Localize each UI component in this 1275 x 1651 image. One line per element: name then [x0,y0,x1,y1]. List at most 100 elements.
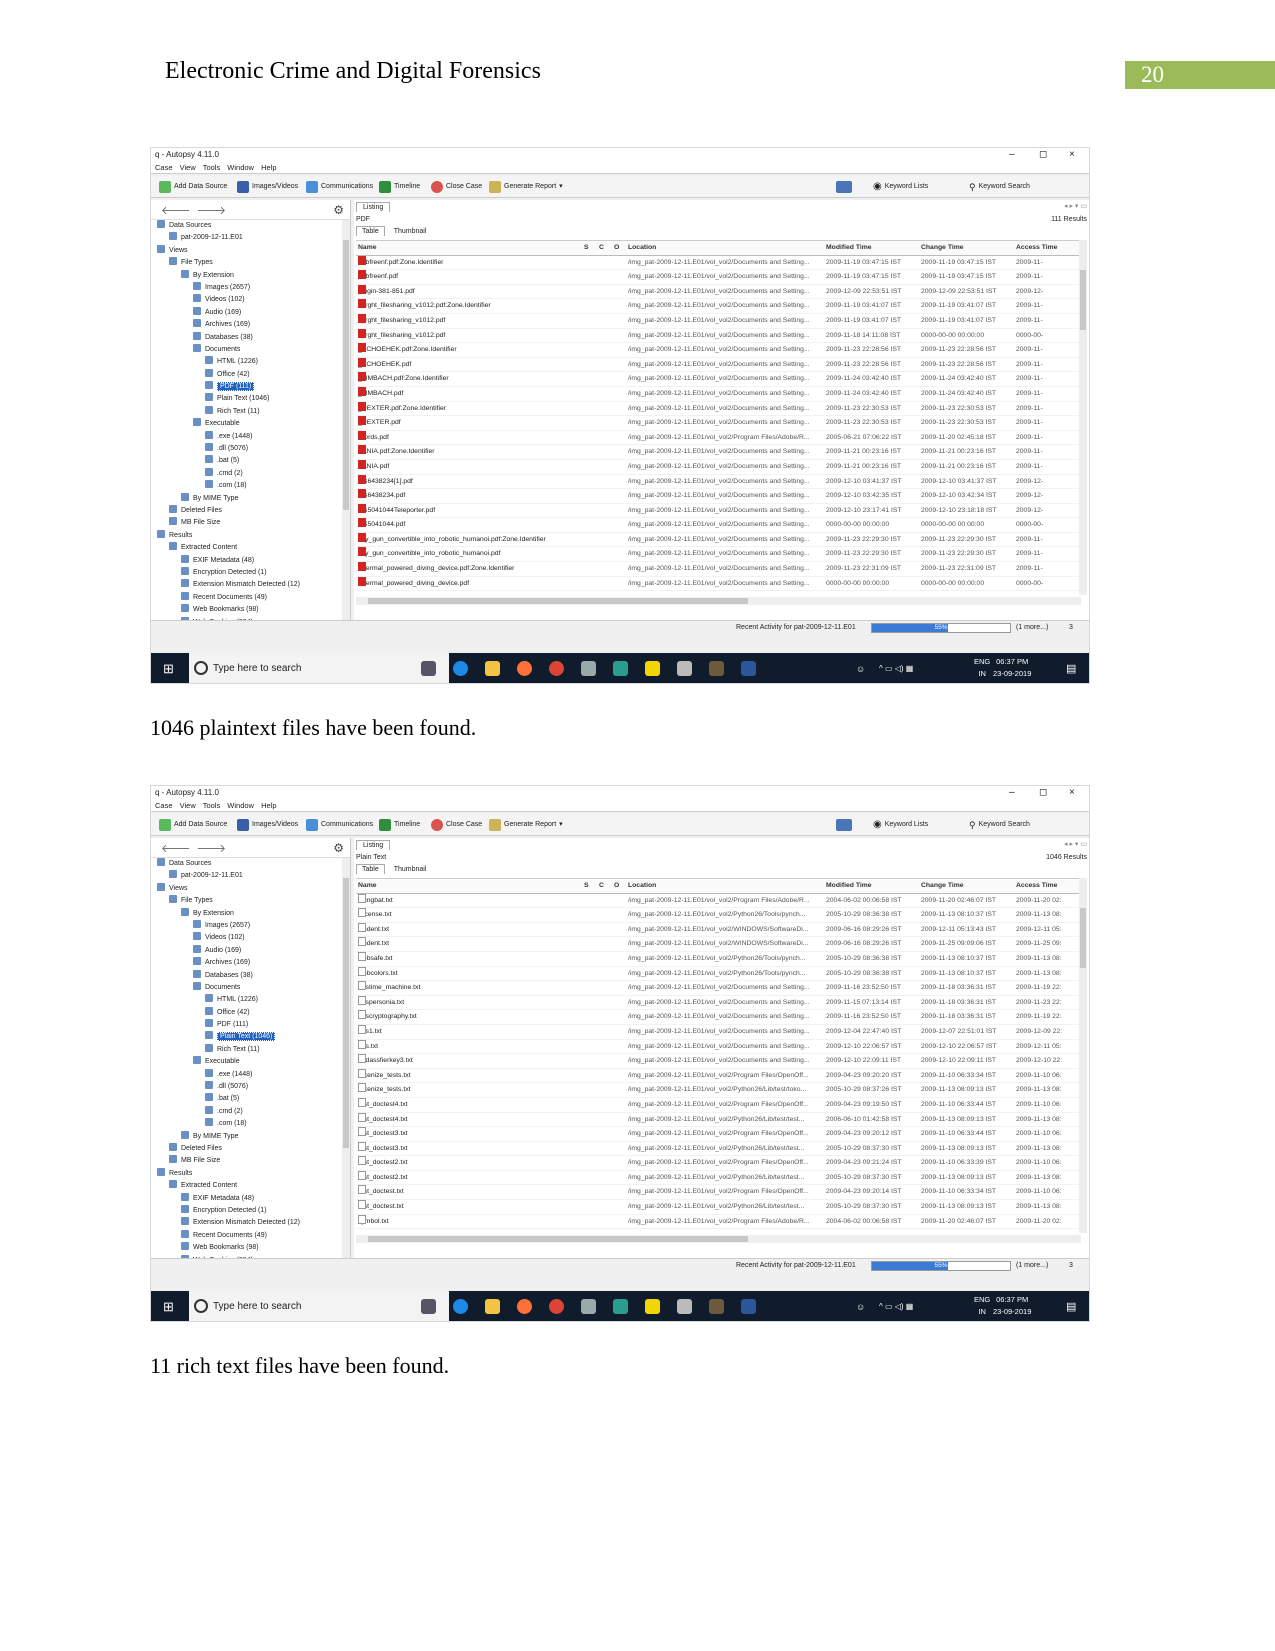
back-arrow-icon[interactable]: 🡐 [161,203,191,217]
gear-icon[interactable]: ⚙ [333,841,344,855]
menu-help[interactable]: Help [261,163,276,172]
chrome-icon[interactable] [549,661,564,676]
table-row[interactable]: symbol.txt/img_pat-2009-12-11.E01/vol_vo… [356,1214,1081,1230]
tree-node[interactable]: Extension Mismatch Detected (12) [151,579,350,591]
tree-node[interactable]: MB File Size [151,1155,350,1167]
edge-icon[interactable] [453,661,468,676]
tree-node[interactable]: Audio (169) [151,944,350,957]
keyword-search-button[interactable]: ⚲ Keyword Search [969,814,1030,836]
tree-node[interactable]: Documents [151,343,350,356]
add-data-source-button[interactable]: Add Data Source [159,176,227,198]
table-row[interactable]: test_doctest.txt/img_pat-2009-12-11.E01/… [356,1185,1081,1201]
tree-node[interactable]: File Types [151,257,350,269]
table-row[interactable]: urls1.txt/img_pat-2009-12-11.E01/vol_vol… [356,1024,1081,1040]
column-header-c[interactable]: C [599,241,609,256]
tree-node[interactable]: Documents [151,981,350,994]
language-indicator[interactable]: ENG IN [974,656,990,680]
word-icon[interactable] [741,661,756,676]
timeline-button[interactable]: Timeline [379,176,420,198]
minimize-button[interactable]: – [1009,148,1015,162]
person-icon[interactable]: ☺ [856,653,865,683]
table-row[interactable]: xlicense.txt/img_pat-2009-12-11.E01/vol_… [356,908,1081,923]
file-explorer-icon[interactable] [485,661,500,676]
sticky-notes-icon[interactable] [645,661,660,676]
tab-table[interactable]: Table [356,864,385,874]
communications-button[interactable]: Communications [306,176,373,198]
table-row[interactable]: _DEXTER.pdf/img_pat-2009-12-11.E01/vol_v… [356,416,1081,431]
table-row[interactable]: urlscryptography.txt/img_pat-2009-12-11.… [356,1010,1081,1025]
webcam-icon[interactable] [613,1299,628,1314]
table-row[interactable]: tokenize_tests.txt/img_pat-2009-12-11.E0… [356,1083,1081,1098]
table-row[interactable]: wudent.txt/img_pat-2009-12-11.E01/vol_vo… [356,922,1081,938]
chrome-icon[interactable] [549,1299,564,1314]
taskbar-search-box[interactable]: Type here to search 🎙 [189,1291,449,1321]
tree-node[interactable]: Results [151,529,350,542]
edge-icon[interactable] [453,1299,468,1314]
tree-node[interactable]: .cmd (2) [151,467,350,480]
tree-node[interactable]: Executable [151,418,350,430]
table-row[interactable]: US6438234[1].pdf/img_pat-2009-12-11.E01/… [356,474,1081,490]
column-header-c[interactable]: C [599,879,609,894]
taskbar-search-box[interactable]: Type here to search 🎙 [189,653,449,683]
tree-node[interactable]: .bat (5) [151,455,350,467]
tree-node[interactable]: EXIF Metadata (48) [151,1192,350,1205]
tree-node[interactable]: Extension Mismatch Detected (12) [151,1217,350,1229]
table-row[interactable]: VANIA.pdf/img_pat-2009-12-11.E01/vol_vol… [356,459,1081,475]
table-row[interactable]: wudent.txt/img_pat-2009-12-11.E01/vol_vo… [356,937,1081,952]
column-header-modified[interactable]: Modified Time [826,241,918,256]
table-row[interactable]: _LIMBACH.pdf:Zone.Identifier/img_pat-200… [356,372,1081,387]
messages-button[interactable] [836,176,852,198]
table-row[interactable]: Toy_gun_convertible_into_robotic_humanoi… [356,532,1081,548]
column-header-s[interactable]: S [584,879,594,894]
table-row[interactable]: cprght_filesharing_v1012.pdf:Zone.Identi… [356,299,1081,314]
tree-node[interactable]: Videos (102) [151,294,350,306]
person-icon[interactable]: ☺ [856,1291,865,1321]
tree-node[interactable]: Audio (169) [151,306,350,319]
timeline-button[interactable]: Timeline [379,814,420,836]
tree-node[interactable]: Web Bookmarks (98) [151,604,350,616]
system-tray-icons[interactable]: ^ ▭ ◁) ▦ [879,653,913,683]
app-icon[interactable] [581,661,596,676]
tree-node[interactable]: pat-2009-12-11.E01 [151,232,350,244]
tree-node[interactable]: Executable [151,1056,350,1068]
table-row[interactable]: webcolors.txt/img_pat-2009-12-11.E01/vol… [356,966,1081,982]
column-header-modified[interactable]: Modified Time [826,879,918,894]
restore-button[interactable]: ◻ [1039,148,1047,162]
tree-node[interactable]: PDF (111) [151,1019,350,1031]
tree-node[interactable]: Data Sources [151,220,350,232]
table-row[interactable]: test_doctest2.txt/img_pat-2009-12-11.E01… [356,1156,1081,1171]
task-view-icon[interactable] [421,661,436,676]
tree-node[interactable]: Videos (102) [151,932,350,944]
table-row[interactable]: Toy_gun_convertible_into_robotic_humanoi… [356,547,1081,563]
tree-node[interactable]: Rich Text (11) [151,1043,350,1056]
column-header-change[interactable]: Change Time [921,241,1013,256]
notifications-icon[interactable]: ▤ [1066,1291,1076,1321]
table-row[interactable]: urldassfierkey3.txt/img_pat-2009-12-11.E… [356,1054,1081,1069]
tab-table[interactable]: Table [356,226,385,236]
table-row[interactable]: urlstime_machine.txt/img_pat-2009-12-11.… [356,981,1081,996]
more-tasks-link[interactable]: (1 more...) [1016,621,1048,635]
tree-node[interactable]: HTML (1226) [151,994,350,1006]
tree-node[interactable]: .cmd (2) [151,1105,350,1118]
viewer-window-controls[interactable]: ◂ ▸ ▾ ▭ [1064,202,1087,210]
tab-thumbnail[interactable]: Thumbnail [389,865,432,874]
keyword-lists-button[interactable]: ◉ Keyword Lists [873,814,928,836]
table-row[interactable]: cprght_filesharing_v1012.pdf/img_pat-200… [356,328,1081,344]
windows-start-icon[interactable]: ⊞ [163,1291,174,1321]
tree-node[interactable]: .exe (1448) [151,430,350,443]
tree-node[interactable]: Web Bookmarks (98) [151,1242,350,1254]
table-row[interactable]: cprght_filesharing_v1012.pdf/img_pat-200… [356,313,1081,329]
menu-view[interactable]: View [180,801,196,810]
table-row[interactable]: US5041044Teleporter.pdf/img_pat-2009-12-… [356,503,1081,519]
system-tray-icons[interactable]: ^ ▭ ◁) ▦ [879,1291,913,1321]
table-row[interactable]: test_doctest2.txt/img_pat-2009-12-11.E01… [356,1170,1081,1186]
tree-node[interactable]: Office (42) [151,368,350,381]
tree-node[interactable]: By MIME Type [151,492,350,505]
table-row[interactable]: pubfreenf.pdf/img_pat-2009-12-11.E01/vol… [356,270,1081,285]
more-tasks-link[interactable]: (1 more...) [1016,1259,1048,1273]
table-row[interactable]: US5041044.pdf/img_pat-2009-12-11.E01/vol… [356,518,1081,533]
tree-node[interactable]: HTML (1226) [151,356,350,368]
tree-node[interactable]: .dll (5076) [151,1081,350,1093]
table-row[interactable]: test_doctest3.txt/img_pat-2009-12-11.E01… [356,1127,1081,1142]
tree-node[interactable]: .com (18) [151,1118,350,1130]
